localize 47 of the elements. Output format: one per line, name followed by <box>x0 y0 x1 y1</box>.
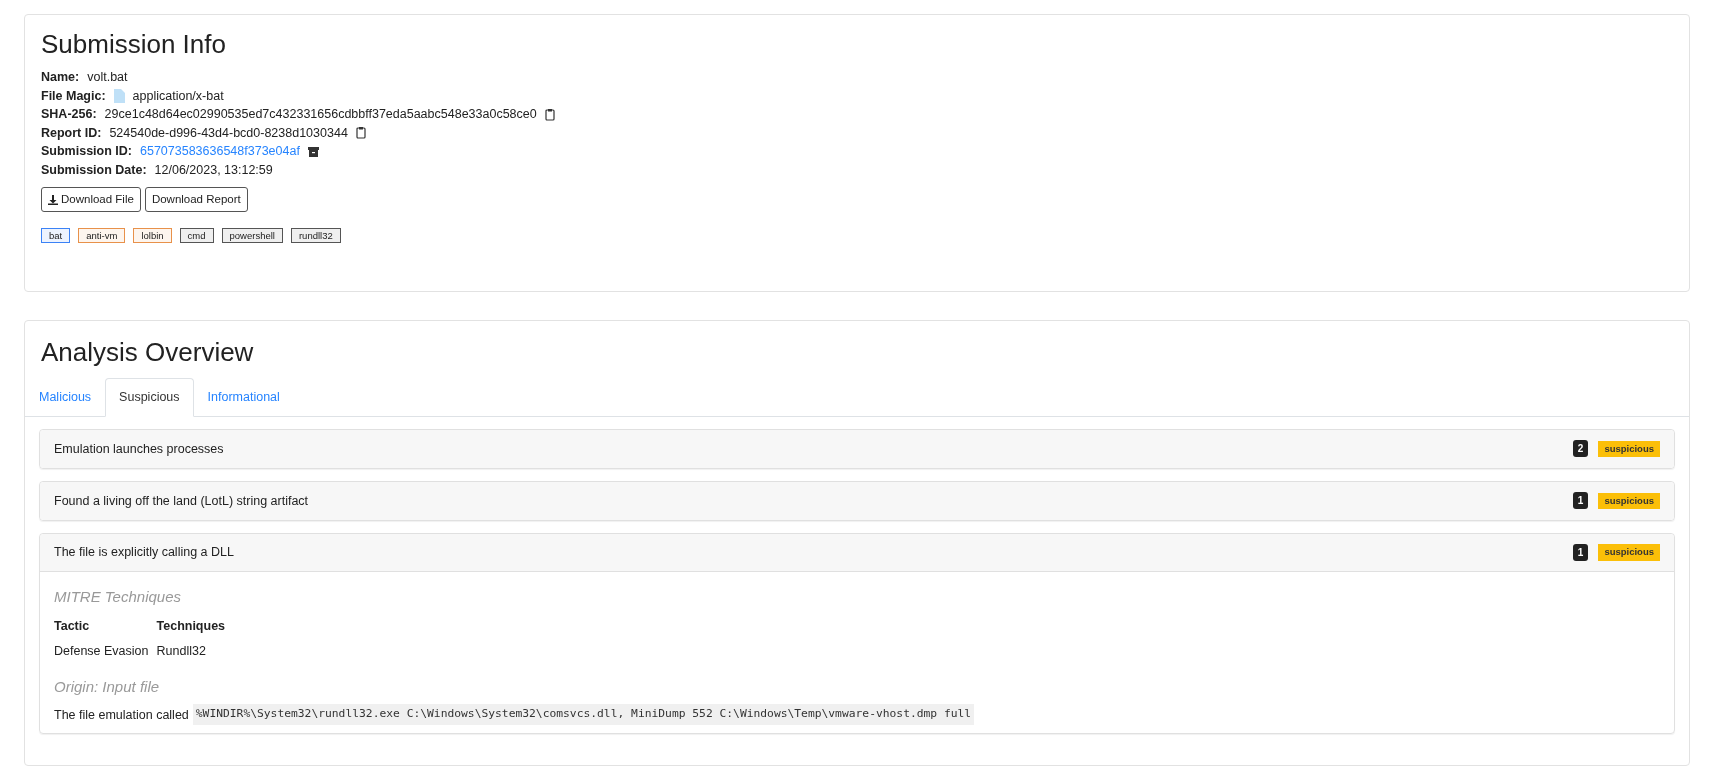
submission-id-link[interactable]: 657073583636548f373e04af <box>140 142 300 161</box>
tab[interactable]: Suspicious <box>105 378 194 417</box>
table-cell: Defense Evasion <box>54 639 157 664</box>
archive-icon <box>307 145 319 157</box>
tag: rundll32 <box>290 228 341 244</box>
section-heading: Origin: Input file <box>54 676 161 697</box>
count-badge: 1 <box>1572 543 1589 561</box>
field-label: Submission Date: <box>41 161 147 179</box>
field-value: 29ce1c48d64ec02990535ed7c432331656cdbbff37eda5aabc548e33a0c58ce0 <box>104 106 537 124</box>
field-label: File Magic: <box>41 87 106 105</box>
section-heading: MITRE Techniques <box>54 586 182 607</box>
severity-badge: suspicious <box>1598 492 1660 510</box>
field-label: Name: <box>41 69 80 87</box>
tab[interactable]: Informational <box>193 378 294 417</box>
field-value: application/x-bat <box>132 87 224 105</box>
tag: cmd <box>179 228 214 244</box>
severity-badge: suspicious <box>1598 544 1660 561</box>
table-cell-text: Rundll32 <box>156 643 207 661</box>
accordion-header[interactable]: Emulation launches processes 2 suspicious <box>40 429 1674 468</box>
section-title: Analysis Overview <box>41 337 254 369</box>
download-icon <box>48 194 58 205</box>
count-badge: 2 <box>1572 440 1589 458</box>
tag: lolbin <box>133 228 172 244</box>
tab[interactable]: Malicious <box>25 378 106 417</box>
count-badge: 1 <box>1572 492 1589 510</box>
field-value: volt.bat <box>87 69 128 87</box>
field-value: 12/06/2023, 13:12:59 <box>154 161 273 179</box>
field-label: Report ID: <box>41 124 102 142</box>
code-snippet: %WINDIR%\System32\rundll32.exe C:\Windows\System32\comsvcs.dll, MiniDump 552 C:\Windows\Temp\vmware-vhost.dmp full <box>192 704 975 726</box>
tag: powershell <box>221 228 283 244</box>
download-button[interactable]: Download File <box>41 187 141 213</box>
field-label: SHA-256: <box>41 106 97 124</box>
accordion-header[interactable]: Found a living off the land (LotL) string artifact 1 suspicious <box>40 481 1674 520</box>
description-text: The file emulation called <box>54 706 189 724</box>
field-label: Submission ID: <box>41 143 132 161</box>
download-button[interactable]: Download Report <box>144 187 248 213</box>
column-header: Tactic <box>54 614 157 640</box>
section-title: Submission Info <box>41 29 226 61</box>
file-icon <box>113 88 125 103</box>
accordion-header[interactable]: The file is explicitly calling a DLL 1 suspicious <box>40 533 1674 572</box>
column-header: Techniques <box>156 618 227 636</box>
severity-badge: suspicious <box>1598 440 1660 458</box>
clipboard-icon[interactable] <box>544 107 555 121</box>
tag: bat <box>41 228 71 244</box>
clipboard-icon[interactable] <box>355 126 366 140</box>
field-value: 524540de-d996-43d4-bcd0-8238d1030344 <box>109 124 348 142</box>
tag: anti-vm <box>78 228 126 244</box>
